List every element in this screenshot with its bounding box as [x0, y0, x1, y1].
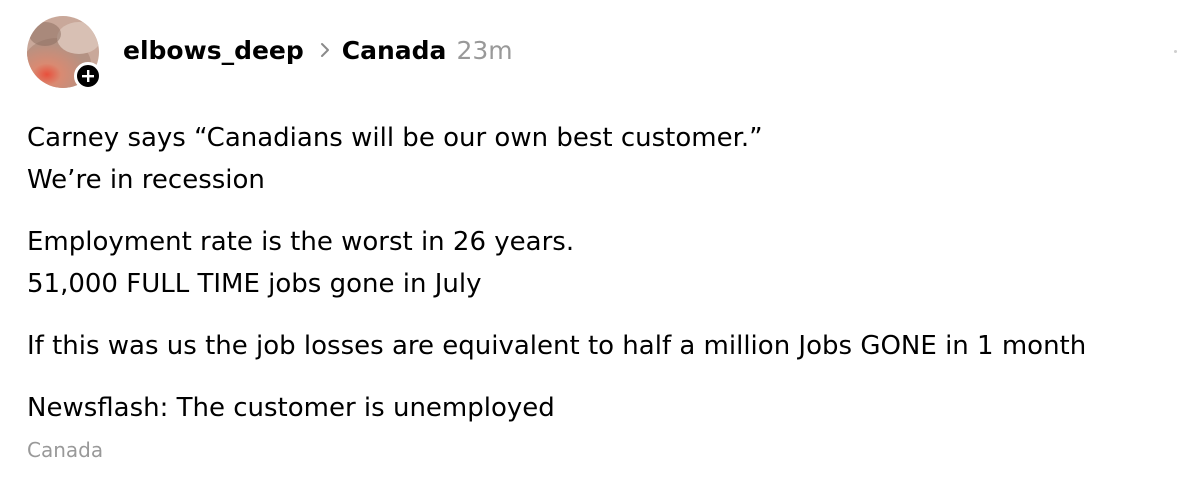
chevron-right-icon [320, 42, 330, 58]
post-header: elbows_deep Canada 23m [27, 16, 513, 90]
plus-icon [82, 70, 94, 82]
post-line: If this was us the job losses are equiva… [27, 331, 1087, 361]
thread-post: elbows_deep Canada 23m Carney says “Cana… [0, 0, 1177, 485]
post-paragraph: If this was us the job losses are equiva… [27, 325, 1157, 367]
author-username[interactable]: elbows_deep [123, 36, 304, 65]
post-paragraph: Newsflash: The customer is unemployed [27, 387, 1157, 429]
post-timestamp[interactable]: 23m [456, 36, 512, 65]
topic-tag[interactable]: Canada [27, 438, 103, 462]
post-paragraph: Employment rate is the worst in 26 years… [27, 221, 1157, 305]
post-body: Carney says “Canadians will be our own b… [27, 117, 1157, 449]
follow-button[interactable] [74, 62, 102, 90]
post-line: We’re in recession [27, 165, 265, 195]
post-meta: elbows_deep Canada 23m [123, 36, 513, 65]
post-line: 51,000 FULL TIME jobs gone in July [27, 269, 482, 299]
post-line: Employment rate is the worst in 26 years… [27, 227, 575, 257]
avatar-container [27, 16, 102, 90]
community-link[interactable]: Canada [342, 36, 447, 65]
post-line: Carney says “Canadians will be our own b… [27, 123, 763, 153]
post-paragraph: Carney says “Canadians will be our own b… [27, 117, 1157, 201]
post-line: Newsflash: The customer is unemployed [27, 393, 555, 423]
